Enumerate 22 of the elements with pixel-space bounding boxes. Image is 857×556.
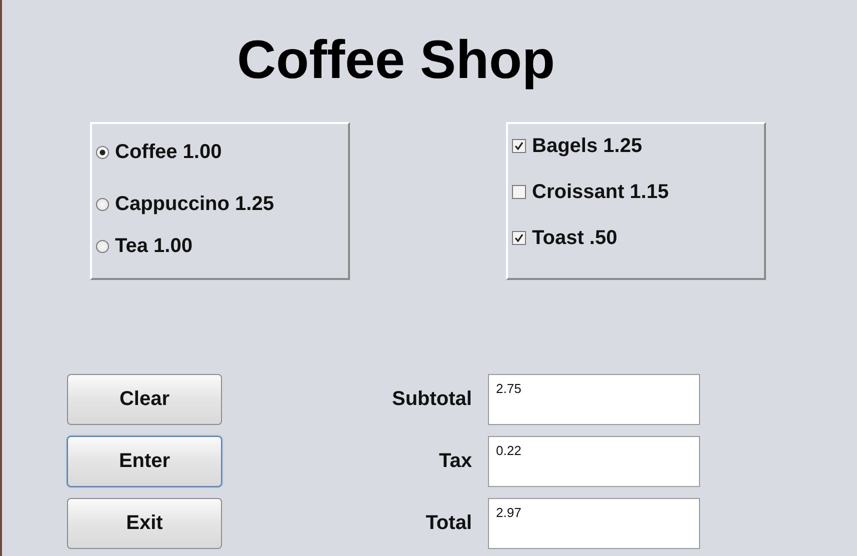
radio-button[interactable] (96, 240, 109, 252)
action-button[interactable]: Clear (67, 374, 222, 425)
extra-checkbox[interactable]: Bagels 1.25 (512, 132, 764, 160)
radio-button[interactable] (96, 198, 109, 210)
field-label: Total (426, 512, 472, 535)
radio-button[interactable] (96, 146, 109, 158)
field-label: Tax (439, 450, 472, 473)
amount-field[interactable]: 0.22 (488, 436, 700, 487)
field-label: Subtotal (392, 388, 472, 411)
action-button[interactable]: Exit (67, 498, 222, 549)
drink-radio[interactable]: Cappuccino 1.25 (96, 190, 348, 218)
extra-checkbox[interactable]: Croissant 1.15 (512, 178, 764, 206)
action-button[interactable]: Enter (67, 436, 222, 487)
checkbox[interactable] (512, 231, 526, 245)
drink-radio[interactable]: Coffee 1.00 (96, 138, 348, 166)
drink-radio[interactable]: Tea 1.00 (96, 232, 348, 260)
amount-field[interactable]: 2.75 (488, 374, 700, 425)
checkbox[interactable] (512, 139, 526, 153)
amount-field[interactable]: 2.97 (488, 498, 700, 549)
extra-checkbox[interactable]: Toast .50 (512, 224, 764, 252)
app-title: Coffee Shop (237, 29, 556, 92)
checkbox[interactable] (512, 185, 526, 199)
